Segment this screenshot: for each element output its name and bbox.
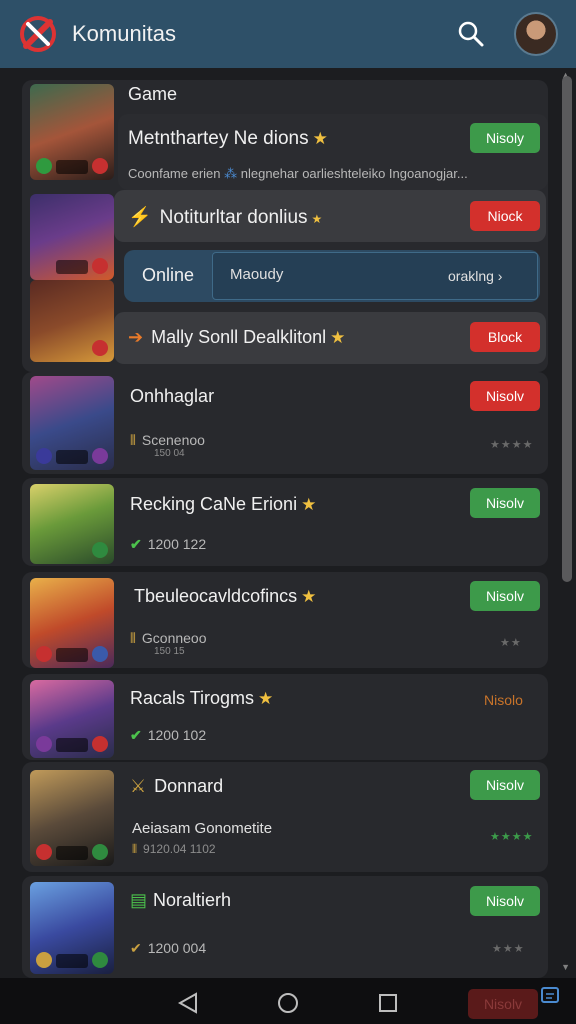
game-title: ⚡ Notiturltar donlius ★ bbox=[128, 207, 323, 228]
check-icon: ✔ bbox=[130, 536, 142, 552]
star-icon: ★ bbox=[301, 587, 317, 606]
x-logo-icon[interactable] bbox=[18, 14, 58, 54]
game-subtitle: ✔ 1200 004 bbox=[130, 940, 207, 956]
game-thumbnail[interactable] bbox=[30, 882, 114, 974]
game-title: ➔ Mally Sonll Dealklitonl ★ bbox=[128, 327, 346, 347]
game-thumbnail[interactable] bbox=[30, 578, 114, 668]
game-subtitle: Aeiasam Gonometite bbox=[132, 820, 273, 837]
game-rating: ★★★★ bbox=[490, 439, 534, 451]
game-action-button[interactable]: Nisolv bbox=[470, 581, 540, 611]
game-title: Recking CaNe Erioni ★ bbox=[130, 494, 317, 514]
home-icon[interactable] bbox=[278, 993, 298, 1013]
game-rating: ★★★ bbox=[492, 943, 525, 955]
game-rating: ★★ bbox=[500, 637, 522, 649]
game-thumbnail[interactable] bbox=[30, 280, 114, 362]
game-thumbnail[interactable] bbox=[30, 680, 114, 758]
game-thumbnail[interactable] bbox=[30, 376, 114, 470]
online-link[interactable]: oraklng › bbox=[448, 268, 502, 284]
game-rating: ★★★★ bbox=[490, 831, 534, 843]
scrollbar[interactable] bbox=[562, 76, 572, 582]
star-icon: ★ bbox=[312, 129, 328, 148]
game-action-button[interactable]: Niock bbox=[470, 201, 540, 231]
online-field-value: Maoudy bbox=[230, 266, 284, 283]
game-title: Onhhaglar bbox=[130, 386, 215, 406]
game-title: Racals Tirogms ★ bbox=[130, 688, 274, 708]
game-meta: ⫴ 9120.04 1102 bbox=[132, 842, 216, 856]
game-list: Game Metnthartey Ne dions ★ Coonfame erie… bbox=[22, 70, 554, 978]
game-thumbnail[interactable] bbox=[30, 484, 114, 564]
star-icon: ★ bbox=[330, 328, 346, 347]
avatar[interactable] bbox=[514, 12, 558, 56]
app-header: Komunitas bbox=[0, 0, 576, 68]
game-title: ▤ Noraltierh bbox=[130, 890, 232, 910]
star-icon: ★ bbox=[301, 495, 317, 514]
game-meta: 150 15 bbox=[154, 646, 185, 657]
game-thumbnail[interactable] bbox=[30, 770, 114, 866]
game-thumbnail[interactable] bbox=[30, 194, 114, 280]
search-icon[interactable] bbox=[456, 19, 486, 49]
game-meta: 150 04 bbox=[154, 448, 185, 459]
game-subtitle: ✔ 1200 122 bbox=[130, 536, 207, 552]
game-subtitle: ⫴ Scenenoo bbox=[130, 432, 205, 448]
game-action-button[interactable]: Nisoly bbox=[470, 123, 540, 153]
game-action-button[interactable]: Nisolv bbox=[470, 770, 540, 800]
recent-apps-icon[interactable] bbox=[379, 994, 397, 1012]
game-action-button[interactable]: Nisolv bbox=[470, 488, 540, 518]
game-action-button[interactable]: Block bbox=[470, 322, 540, 352]
app-title: Komunitas bbox=[72, 21, 176, 46]
game-title: Tbeuleocavldcofincs ★ bbox=[134, 586, 317, 606]
game-title: ⚔ Donnard bbox=[130, 776, 224, 796]
section-title: Game bbox=[128, 84, 178, 104]
game-action-button[interactable]: Nisolv bbox=[470, 886, 540, 916]
scroll-down-icon[interactable]: ▼ bbox=[561, 962, 570, 972]
game-action-link[interactable]: Nisolo bbox=[484, 692, 523, 708]
back-icon[interactable] bbox=[176, 992, 200, 1019]
star-icon: ★ bbox=[311, 212, 323, 226]
game-description: Coonfame erien ⁂ nlegnehar oarlieshtelei… bbox=[128, 166, 468, 181]
game-title: Metnthartey Ne dions ★ bbox=[128, 128, 328, 149]
game-action-button[interactable]: Nisolv bbox=[470, 381, 540, 411]
online-label: Online bbox=[142, 265, 195, 285]
game-thumbnail[interactable] bbox=[30, 84, 114, 180]
star-icon: ★ bbox=[258, 689, 274, 708]
check-icon: ✔ bbox=[130, 727, 142, 743]
chat-icon[interactable] bbox=[540, 986, 560, 1010]
game-subtitle: ⫴ Gconneoo bbox=[130, 630, 207, 646]
bottom-action-button[interactable]: Nisolv bbox=[468, 989, 538, 1019]
game-subtitle: ✔ 1200 102 bbox=[130, 727, 207, 743]
